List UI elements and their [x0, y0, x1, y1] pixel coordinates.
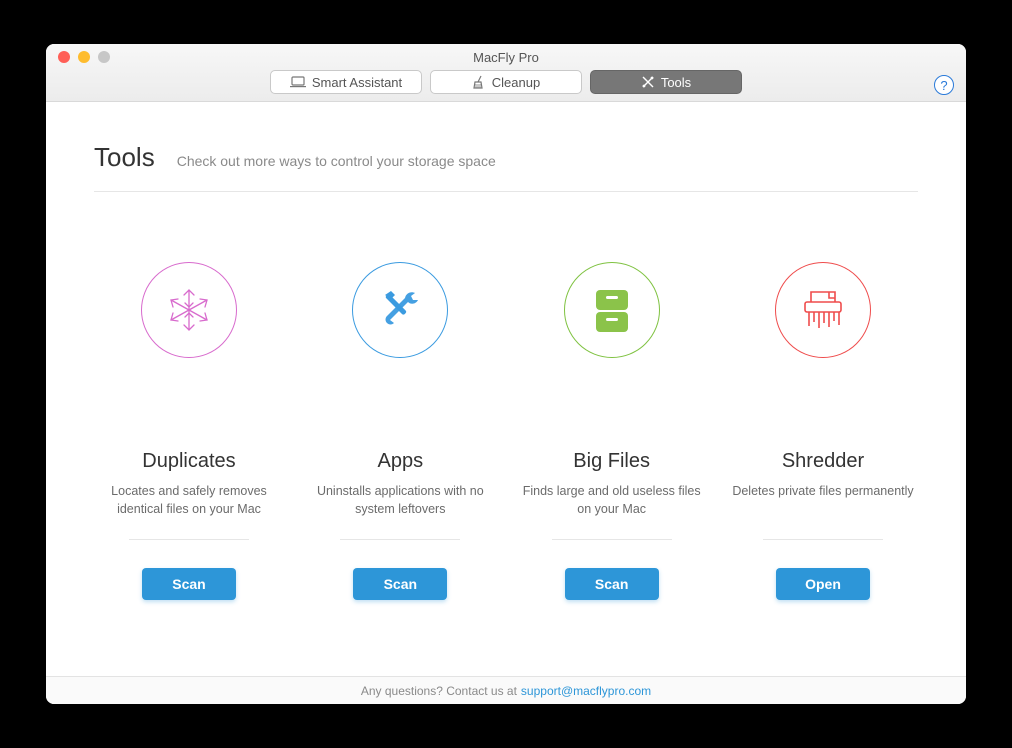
page-title: Tools: [94, 142, 155, 173]
window-close-button[interactable]: [58, 51, 70, 63]
cards-row: Duplicates Locates and safely removes id…: [94, 192, 918, 676]
snowflake-icon: [141, 262, 237, 358]
laptop-icon: [290, 76, 306, 88]
segmented-control: Smart Assistant Cleanup Tools: [270, 70, 742, 94]
page-subtitle: Check out more ways to control your stor…: [177, 153, 496, 169]
broom-icon: [472, 75, 486, 89]
card-apps: Apps Uninstalls applications with no sys…: [305, 262, 495, 676]
window-minimize-button[interactable]: [78, 51, 90, 63]
divider: [340, 539, 460, 540]
tab-smart-assistant[interactable]: Smart Assistant: [270, 70, 422, 94]
card-duplicates-title: Duplicates: [142, 450, 235, 473]
page-heading-row: Tools Check out more ways to control you…: [94, 142, 918, 192]
tab-tools[interactable]: Tools: [590, 70, 742, 94]
card-duplicates: Duplicates Locates and safely removes id…: [94, 262, 284, 676]
window-title: MacFly Pro: [473, 48, 539, 68]
divider: [129, 539, 249, 540]
card-shredder: Shredder Deletes private files permanent…: [728, 262, 918, 676]
window-maximize-button[interactable]: [98, 51, 110, 63]
footer-text: Any questions? Contact us at: [361, 684, 517, 698]
scan-duplicates-button[interactable]: Scan: [142, 568, 236, 600]
tab-tools-label: Tools: [661, 75, 691, 90]
card-apps-title: Apps: [378, 450, 424, 473]
tab-smart-assistant-label: Smart Assistant: [312, 75, 402, 90]
card-apps-desc: Uninstalls applications with no system l…: [305, 483, 495, 519]
open-shredder-button[interactable]: Open: [776, 568, 870, 600]
tools-icon: [641, 75, 655, 89]
card-shredder-desc: Deletes private files permanently: [732, 483, 913, 519]
traffic-lights: [58, 51, 110, 63]
titlebar: MacFly Pro Smart Assistant Cleanup Tools: [46, 44, 966, 102]
help-button[interactable]: ?: [934, 75, 954, 95]
card-big-files: Big Files Finds large and old useless fi…: [517, 262, 707, 676]
tab-cleanup[interactable]: Cleanup: [430, 70, 582, 94]
scan-apps-button[interactable]: Scan: [353, 568, 447, 600]
card-big-files-desc: Finds large and old useless files on you…: [517, 483, 707, 519]
card-big-files-title: Big Files: [573, 450, 650, 473]
app-window: MacFly Pro Smart Assistant Cleanup Tools: [46, 44, 966, 704]
content-area: Tools Check out more ways to control you…: [46, 102, 966, 676]
divider: [552, 539, 672, 540]
card-shredder-title: Shredder: [782, 450, 864, 473]
wrench-icon: [352, 262, 448, 358]
card-duplicates-desc: Locates and safely removes identical fil…: [94, 483, 284, 519]
footer: Any questions? Contact us at support@mac…: [46, 676, 966, 704]
tab-cleanup-label: Cleanup: [492, 75, 540, 90]
divider: [763, 539, 883, 540]
scan-big-files-button[interactable]: Scan: [565, 568, 659, 600]
shredder-icon: [775, 262, 871, 358]
support-email-link[interactable]: support@macflypro.com: [521, 684, 651, 698]
drawer-icon: [564, 262, 660, 358]
